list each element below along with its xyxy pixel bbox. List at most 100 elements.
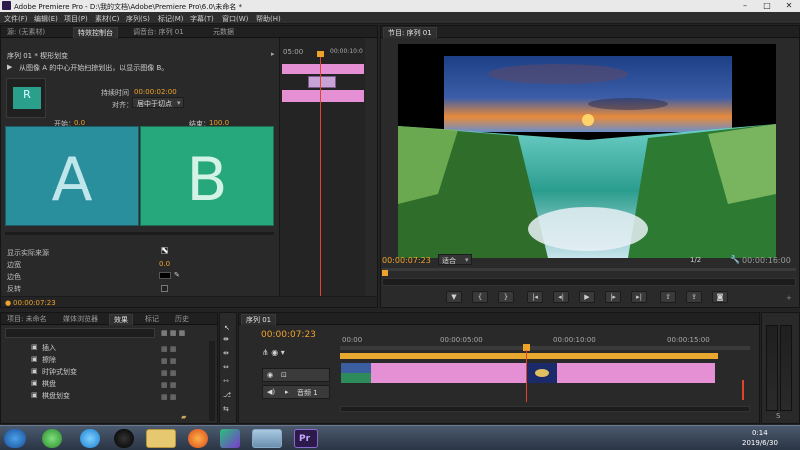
export-frame-button[interactable]: ◙ [712,291,728,303]
effect-item-checkerboard[interactable]: 棋盘 [42,379,56,389]
video-clip-thumb-2[interactable] [527,363,557,383]
media-player-icon[interactable] [220,429,240,448]
audio-track-header[interactable]: ◀) ▸ 音频 1 [262,385,330,399]
slip-tool-icon[interactable]: ⇆ [223,405,229,413]
new-bin-icon[interactable]: ▦ ▦ ▦ [161,329,185,337]
razor-tool-icon[interactable]: ⎇ [223,391,231,399]
tab-history[interactable]: 历史 [171,314,193,325]
tab-markers[interactable]: 标记 [141,314,163,325]
solo-icon[interactable]: S [776,412,780,420]
tab-media-browser[interactable]: 媒体浏览器 [59,314,102,325]
track-select-tool-icon[interactable]: ⇼ [223,335,229,343]
timeline-scrollbar[interactable] [340,406,750,412]
step-back-button[interactable]: ◂| [553,291,569,303]
duration-value[interactable]: 00:00:02:00 [134,88,177,96]
program-playhead[interactable] [382,270,388,276]
image-a-preview[interactable]: A [5,126,139,226]
menu-sequence[interactable]: 序列(S) [126,14,150,24]
selection-tool-icon[interactable]: ↖ [224,321,230,335]
add-button-icon[interactable]: + [786,294,792,302]
speaker-icon[interactable]: ◀) [267,388,275,396]
mini-clip-a[interactable] [282,64,364,74]
mini-clip-b[interactable] [282,90,364,102]
mark-in-button[interactable]: { [472,291,488,303]
work-area-bar[interactable] [340,353,718,359]
tab-effect-controls[interactable]: 特效控制台 [73,27,118,38]
fit-dropdown[interactable]: 适合 ▾ [438,254,472,265]
mark-out-button[interactable]: } [498,291,514,303]
effect-item-clock-wipe[interactable]: 时钟式划变 [42,367,77,377]
align-dropdown[interactable]: 居中于切点 ▾ [132,97,184,108]
rate-stretch-tool-icon[interactable]: ⇿ [223,377,229,385]
transition-preview[interactable]: R [6,78,46,118]
tab-project[interactable]: 项目: 未命名 [3,314,51,325]
add-marker-button[interactable]: ▼ [446,291,462,303]
program-timecode[interactable]: 00:00:07:23 [382,256,431,265]
menu-help[interactable]: 帮助(H) [256,14,281,24]
mini-playhead[interactable] [320,56,321,296]
lift-button[interactable]: ⇧ [660,291,676,303]
timeline-ruler[interactable] [340,346,750,350]
video-clip-2[interactable] [557,363,715,383]
resolution-selector[interactable]: 1/2 [690,256,701,264]
file-explorer-icon[interactable] [146,429,176,448]
start-button[interactable] [4,429,26,448]
program-scrollbar[interactable] [382,278,796,286]
go-to-out-button[interactable]: ▸| [631,291,647,303]
play-button[interactable]: ▶ [579,291,595,303]
effect-item-wipe[interactable]: 擦除 [42,355,56,365]
menu-project[interactable]: 项目(P) [64,14,88,24]
mini-playhead-handle[interactable] [317,51,324,57]
mini-transition[interactable] [308,76,336,88]
expand-track-icon[interactable]: ▸ [285,388,289,396]
tab-effects[interactable]: 效果 [109,314,133,325]
qq-icon[interactable] [114,429,134,448]
extract-button[interactable]: ⇪ [686,291,702,303]
ie-browser-icon[interactable] [80,429,100,448]
play-transition-icon[interactable]: ▶ [7,63,12,71]
menu-edit[interactable]: 编辑(E) [34,14,58,24]
close-button[interactable]: ✕ [778,0,800,12]
minimize-button[interactable]: – [734,0,756,12]
timeline-snap-icons[interactable]: ⋔ ◉ ▾ [262,348,285,357]
eye-icon[interactable]: ◉ [267,371,273,379]
eyedropper-icon[interactable]: ✎ [174,271,180,279]
effects-scrollbar[interactable] [209,341,215,421]
timeline-timecode[interactable]: 00:00:07:23 [261,330,316,340]
border-width-value[interactable]: 0.0 [159,260,170,268]
maximize-button[interactable]: □ [756,0,778,12]
menu-marker[interactable]: 标记(M) [158,14,184,24]
effects-search-input[interactable] [5,328,155,338]
image-b-preview[interactable]: B [140,126,274,226]
wrench-icon[interactable]: 🔧 [730,255,740,264]
folder-icon[interactable]: ▰ [181,413,186,421]
tab-program[interactable]: 节目: 序列 01 [383,27,437,38]
menu-file[interactable]: 文件(F) [4,14,28,24]
rolling-edit-tool-icon[interactable]: ⇔ [223,363,229,371]
menu-clip[interactable]: 素材(C) [95,14,119,24]
video-clip-1[interactable] [371,363,526,383]
ab-scrollbar[interactable] [5,232,274,235]
menu-window[interactable]: 窗口(W) [222,14,248,24]
video-clip-thumb-1[interactable] [341,363,371,383]
premiere-taskbar-icon[interactable]: Pr [294,429,318,448]
reverse-checkbox[interactable] [161,285,168,292]
effect-mini-timeline[interactable]: 05:00 00:00:10:0 [279,38,365,296]
effect-item-insert[interactable]: 插入 [42,343,56,353]
tab-audio-mixer[interactable]: 调音台: 序列 01 [129,27,188,38]
window-app-icon[interactable] [252,429,282,448]
effect-item-checker-wipe[interactable]: 棋盘划变 [42,391,70,401]
menu-title[interactable]: 字幕(T) [190,14,214,24]
go-to-in-button[interactable]: |◂ [527,291,543,303]
ripple-edit-tool-icon[interactable]: ⇹ [223,349,229,357]
tab-sequence-01[interactable]: 序列 01 [241,314,277,325]
step-forward-button[interactable]: |▸ [605,291,621,303]
video-track-header[interactable]: ◉ ⊡ [262,368,330,382]
panel-expand-icon[interactable]: ▸ [271,50,275,58]
tab-metadata[interactable]: 元数据 [209,27,238,38]
border-color-swatch[interactable] [159,272,171,279]
lock-icon[interactable]: ⊡ [281,371,287,379]
firefox-icon[interactable] [188,429,208,448]
tab-source[interactable]: 源: (无素材) [3,27,49,38]
browser-360-icon[interactable] [42,429,62,448]
